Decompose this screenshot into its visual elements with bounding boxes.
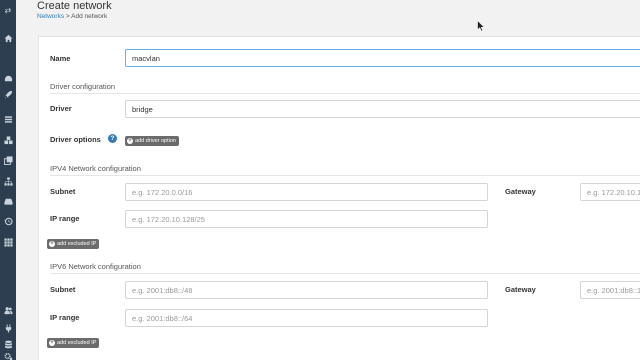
cogs-icon[interactable] bbox=[0, 350, 16, 360]
section-divider bbox=[50, 273, 640, 274]
section-divider bbox=[50, 93, 640, 94]
ipv6-subnet-label: Subnet bbox=[50, 285, 76, 294]
hdd-icon[interactable] bbox=[0, 195, 16, 207]
add-excluded-ip-button[interactable]: + add excluded IP bbox=[47, 239, 100, 249]
ipv6-ip-range-label: IP range bbox=[50, 313, 80, 322]
help-icon[interactable]: ? bbox=[108, 134, 117, 143]
page-title: Create network bbox=[37, 0, 112, 12]
plus-circle-icon: + bbox=[127, 138, 133, 144]
driver-select[interactable]: bridge bbox=[125, 100, 640, 118]
driver-options-label: Driver options bbox=[50, 135, 101, 144]
ipv4-subnet-label: Subnet bbox=[50, 187, 76, 196]
driver-label: Driver bbox=[50, 104, 72, 113]
create-network-form: Name Driver configuration Driver bridge … bbox=[38, 36, 640, 360]
name-input[interactable] bbox=[125, 49, 640, 67]
ipv6-ip-range-input[interactable] bbox=[125, 309, 488, 327]
add-excluded-ip-v6-button[interactable]: + add excluded IP bbox=[47, 338, 100, 348]
breadcrumb: Networks > Add network bbox=[37, 13, 107, 20]
ipv4-ip-range-input[interactable] bbox=[125, 210, 488, 228]
plus-circle-icon: + bbox=[49, 340, 55, 346]
sidebar: ⇄ bbox=[0, 0, 16, 360]
name-label: Name bbox=[50, 54, 71, 63]
ipv4-gateway-input[interactable] bbox=[580, 183, 640, 201]
database-icon[interactable] bbox=[0, 338, 16, 350]
section-divider bbox=[50, 175, 640, 176]
plug-icon[interactable] bbox=[0, 322, 16, 334]
plus-circle-icon: + bbox=[49, 241, 55, 247]
ipv4-subnet-input[interactable] bbox=[125, 183, 488, 201]
cubes-icon[interactable] bbox=[0, 134, 16, 146]
ipv4-gateway-label: Gateway bbox=[505, 187, 536, 196]
history-icon[interactable] bbox=[0, 215, 16, 227]
ipv4-configuration-title: IPV4 Network configuration bbox=[50, 164, 141, 173]
driver-configuration-title: Driver configuration bbox=[50, 82, 116, 91]
list-icon[interactable] bbox=[0, 113, 16, 125]
ipv4-ip-range-label: IP range bbox=[50, 214, 80, 223]
sitemap-icon[interactable] bbox=[0, 175, 16, 187]
rocket-icon[interactable] bbox=[0, 88, 16, 100]
home-icon[interactable] bbox=[0, 32, 16, 44]
page-header: Create network Networks > Add network bbox=[16, 0, 640, 30]
ipv6-configuration-title: IPV6 Network configuration bbox=[50, 262, 141, 271]
mouse-cursor-icon bbox=[477, 20, 485, 32]
breadcrumb-current: Add network bbox=[71, 13, 108, 20]
toggle-icon[interactable]: ⇄ bbox=[0, 5, 16, 17]
add-excluded-ip-v6-label: add excluded IP bbox=[57, 340, 97, 346]
ipv6-gateway-label: Gateway bbox=[505, 285, 536, 294]
add-excluded-ip-label: add excluded IP bbox=[57, 241, 97, 247]
driver-select-value: bridge bbox=[132, 104, 153, 114]
clone-icon[interactable] bbox=[0, 154, 16, 166]
users-icon[interactable] bbox=[0, 304, 16, 316]
add-driver-option-label: add driver option bbox=[135, 138, 176, 144]
add-driver-option-button[interactable]: + add driver option bbox=[125, 136, 179, 146]
breadcrumb-networks-link[interactable]: Networks bbox=[37, 13, 64, 20]
dashboard-icon[interactable] bbox=[0, 72, 16, 84]
ipv6-subnet-input[interactable] bbox=[125, 281, 488, 299]
ipv6-gateway-input[interactable] bbox=[580, 281, 640, 299]
th-icon[interactable] bbox=[0, 236, 16, 248]
breadcrumb-separator: > bbox=[65, 13, 70, 20]
